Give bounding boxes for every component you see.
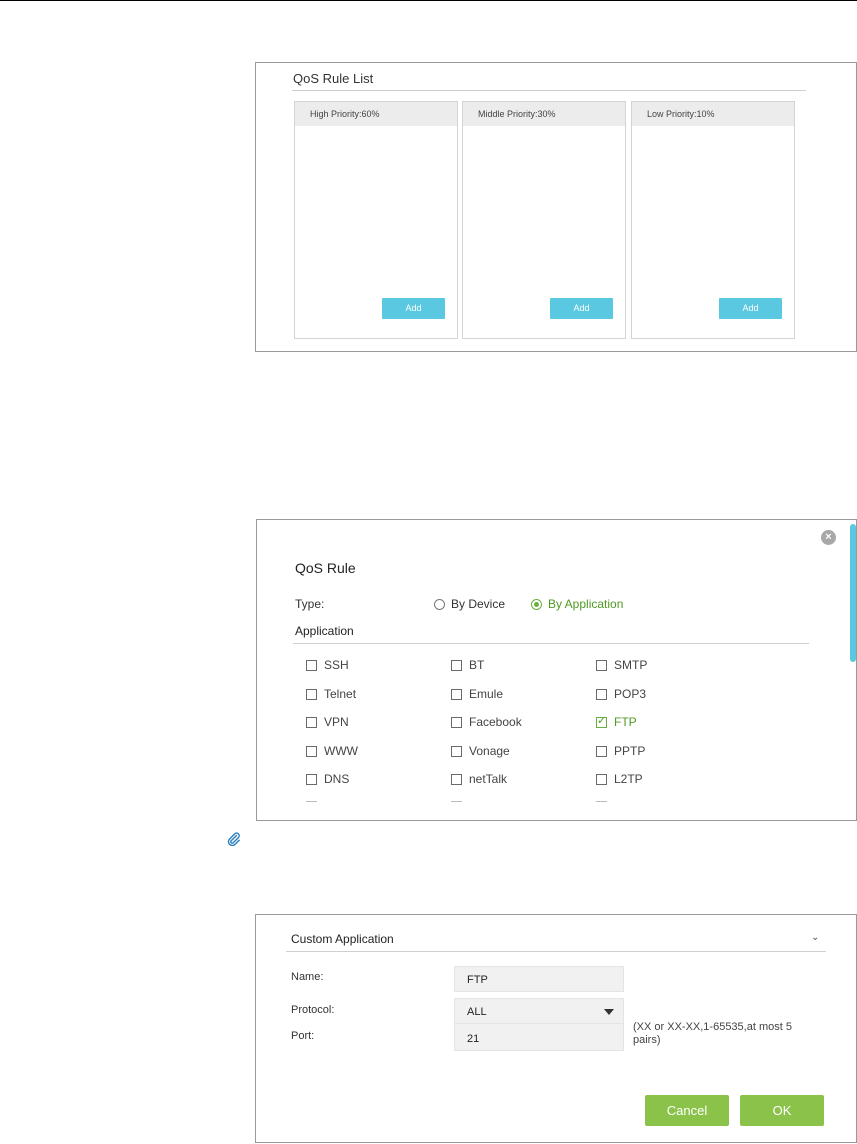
checkbox-icon <box>451 659 462 671</box>
checkbox-icon <box>306 745 317 757</box>
app-checkbox-dns[interactable]: DNS <box>306 772 349 786</box>
rule-list-title: QoS Rule List <box>293 71 374 86</box>
ok-button[interactable]: OK <box>740 1095 824 1126</box>
checkbox-icon <box>306 659 317 671</box>
app-checkbox-emule[interactable]: Emule <box>451 687 503 701</box>
checkbox-icon <box>451 745 462 757</box>
app-label: Telnet <box>324 687 357 701</box>
app-checkbox-l2tp[interactable]: L2TP <box>596 772 643 786</box>
clipped-row-stub <box>306 801 317 802</box>
app-checkbox-facebook[interactable]: Facebook <box>451 715 522 729</box>
protocol-selected-value: ALL <box>467 1006 487 1018</box>
clipped-row-stub <box>596 801 607 802</box>
dropdown-caret-icon <box>604 1009 614 1015</box>
page-top-rule <box>0 0 857 1</box>
checkbox-icon <box>451 688 462 700</box>
app-label: WWW <box>324 744 358 758</box>
port-label: Port: <box>291 1030 315 1042</box>
app-label: VPN <box>324 715 349 729</box>
high-priority-column: High Priority:60% Add <box>294 101 458 339</box>
app-label: Vonage <box>469 744 510 758</box>
radio-selected-icon <box>531 598 542 610</box>
app-checkbox-pptp[interactable]: PPTP <box>596 744 645 758</box>
by-application-radio[interactable]: By Application <box>531 597 623 611</box>
qos-rule-dialog: × QoS Rule Type: By Device By Applicatio… <box>256 519 857 821</box>
app-label: Facebook <box>469 715 522 729</box>
app-checkbox-vonage[interactable]: Vonage <box>451 744 510 758</box>
chevron-down-icon[interactable]: ⌄ <box>811 932 819 943</box>
checkbox-icon <box>306 688 317 700</box>
checkbox-icon <box>596 688 607 700</box>
clipped-row-stub <box>451 801 462 802</box>
app-label: POP3 <box>614 687 647 701</box>
port-hint: (XX or XX-XX,1-65535,at most 5 pairs) <box>633 1021 792 1046</box>
app-checkbox-www[interactable]: WWW <box>306 744 358 758</box>
add-high-priority-button[interactable]: Add <box>382 298 445 319</box>
checkbox-icon <box>596 659 607 671</box>
by-application-label: By Application <box>548 597 624 611</box>
app-label: L2TP <box>614 772 643 786</box>
paperclip-icon <box>227 832 240 846</box>
name-label: Name: <box>291 971 324 983</box>
checkbox-icon <box>306 716 317 728</box>
app-checkbox-ssh[interactable]: SSH <box>306 658 349 672</box>
checkbox-icon <box>596 773 607 785</box>
by-device-label: By Device <box>451 597 506 611</box>
app-checkbox-telnet[interactable]: Telnet <box>306 687 356 701</box>
app-label: BT <box>469 658 485 672</box>
checkbox-checked-icon <box>596 714 607 728</box>
app-checkbox-bt[interactable]: BT <box>451 658 484 672</box>
custom-application-panel: Custom Application ⌄ Name: FTP Protocol:… <box>255 914 857 1143</box>
app-checkbox-nettalk[interactable]: netTalk <box>451 772 507 786</box>
close-icon[interactable]: × <box>821 530 836 545</box>
app-checkbox-ftp[interactable]: FTP <box>596 714 637 729</box>
radio-circle-icon <box>434 598 445 610</box>
app-label: netTalk <box>469 772 508 786</box>
divider <box>293 643 809 644</box>
checkbox-icon <box>596 745 607 757</box>
type-label: Type: <box>295 597 325 611</box>
qos-rule-list-panel: QoS Rule List High Priority:60% Add Midd… <box>255 62 857 352</box>
app-label: SMTP <box>614 658 648 672</box>
cancel-button[interactable]: Cancel <box>645 1095 729 1126</box>
low-priority-column: Low Priority:10% Add <box>631 101 795 339</box>
port-input[interactable]: 21 <box>454 1023 624 1051</box>
app-label: DNS <box>324 772 350 786</box>
checkbox-icon <box>451 773 462 785</box>
middle-priority-column: Middle Priority:30% Add <box>462 101 626 339</box>
protocol-label: Protocol: <box>291 1004 335 1016</box>
qos-rule-title: QoS Rule <box>295 560 356 576</box>
scrollbar-thumb[interactable] <box>850 524 856 662</box>
add-low-priority-button[interactable]: Add <box>719 298 782 319</box>
checkbox-icon <box>451 716 462 728</box>
app-label: SSH <box>324 658 349 672</box>
app-checkbox-vpn[interactable]: VPN <box>306 715 349 729</box>
protocol-select[interactable]: ALL <box>454 998 624 1024</box>
middle-priority-header: Middle Priority:30% <box>463 102 625 126</box>
checkbox-icon <box>306 773 317 785</box>
divider <box>286 951 826 952</box>
application-section-label: Application <box>295 624 354 638</box>
app-label: Emule <box>469 687 504 701</box>
custom-application-title: Custom Application <box>291 932 394 946</box>
app-checkbox-pop3[interactable]: POP3 <box>596 687 646 701</box>
high-priority-header: High Priority:60% <box>295 102 457 126</box>
add-middle-priority-button[interactable]: Add <box>550 298 613 319</box>
by-device-radio[interactable]: By Device <box>434 597 505 611</box>
app-label: FTP <box>614 715 637 729</box>
app-checkbox-smtp[interactable]: SMTP <box>596 658 647 672</box>
name-input[interactable]: FTP <box>454 966 624 992</box>
divider <box>292 90 806 91</box>
app-label: PPTP <box>614 744 646 758</box>
low-priority-header: Low Priority:10% <box>632 102 794 126</box>
